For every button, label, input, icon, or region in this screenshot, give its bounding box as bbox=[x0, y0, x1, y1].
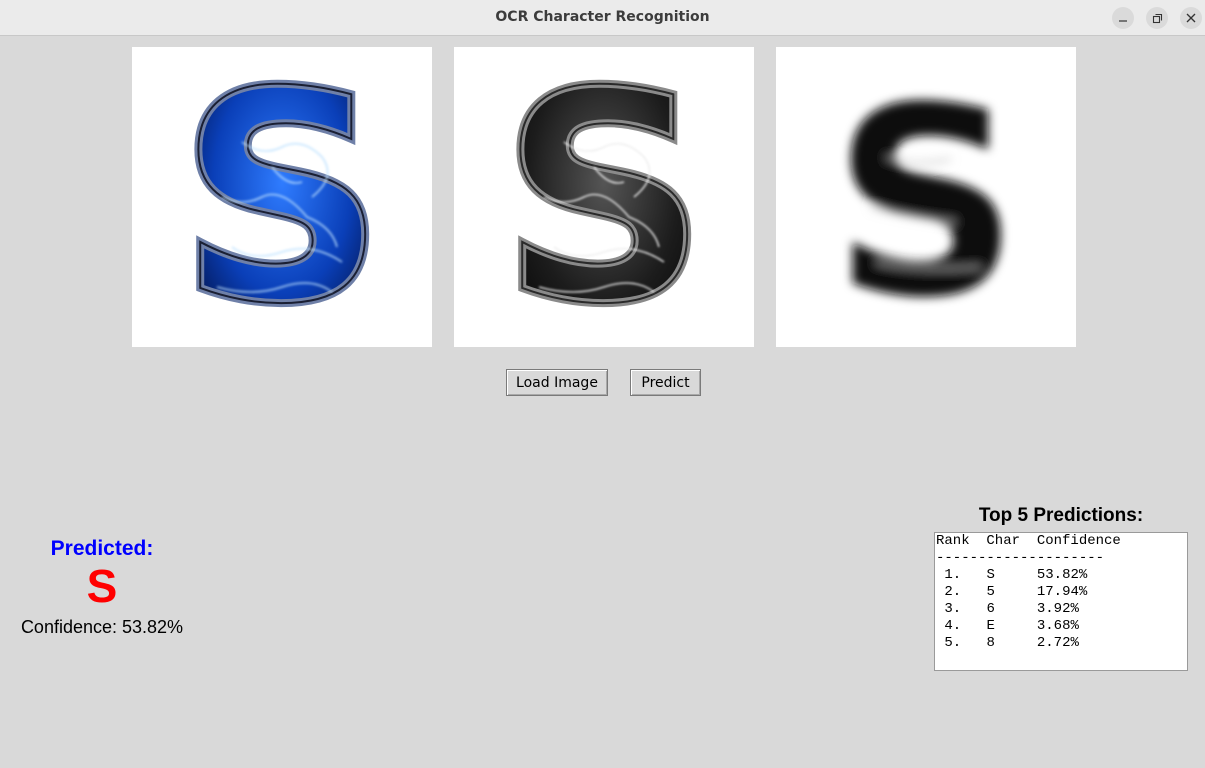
close-button[interactable] bbox=[1180, 7, 1202, 29]
top5-row: 4. E 3.68% bbox=[944, 618, 1079, 634]
top5-text-box[interactable]: Rank Char Confidence -------------------… bbox=[934, 532, 1188, 671]
top5-row: 1. S 53.82% bbox=[944, 567, 1088, 583]
load-image-button[interactable]: Load Image bbox=[506, 369, 608, 396]
original-letter-image: S S bbox=[174, 47, 391, 347]
svg-text:S: S bbox=[832, 53, 1019, 347]
predicted-character: S bbox=[86, 560, 118, 612]
close-icon bbox=[1186, 13, 1196, 23]
top5-header: Rank Char Confidence bbox=[936, 533, 1121, 549]
title-bar[interactable]: OCR Character Recognition bbox=[0, 0, 1205, 36]
predict-button[interactable]: Predict bbox=[630, 369, 701, 396]
restore-icon bbox=[1152, 13, 1163, 24]
grayscale-image-panel: S S bbox=[454, 47, 754, 347]
grayscale-letter-image: S S bbox=[496, 47, 713, 347]
top5-row: 3. 6 3.92% bbox=[944, 601, 1079, 617]
top5-row: 2. 5 17.94% bbox=[944, 584, 1088, 600]
top5-title: Top 5 Predictions: bbox=[978, 505, 1144, 526]
app-window: OCR Character Recognition S S S S S Load… bbox=[0, 0, 1205, 768]
blurred-image-panel: S bbox=[776, 47, 1076, 347]
top5-row: 5. 8 2.72% bbox=[944, 635, 1079, 651]
blurred-letter-image: S bbox=[832, 53, 1019, 347]
window-title: OCR Character Recognition bbox=[495, 9, 710, 25]
top5-separator: -------------------- bbox=[936, 550, 1105, 566]
original-image-panel: S S bbox=[132, 47, 432, 347]
confidence-text: Confidence: 53.82% bbox=[20, 617, 184, 637]
top5-content: Rank Char Confidence -------------------… bbox=[935, 533, 1187, 652]
minimize-icon bbox=[1119, 20, 1127, 22]
minimize-button[interactable] bbox=[1112, 7, 1134, 29]
restore-button[interactable] bbox=[1146, 7, 1168, 29]
